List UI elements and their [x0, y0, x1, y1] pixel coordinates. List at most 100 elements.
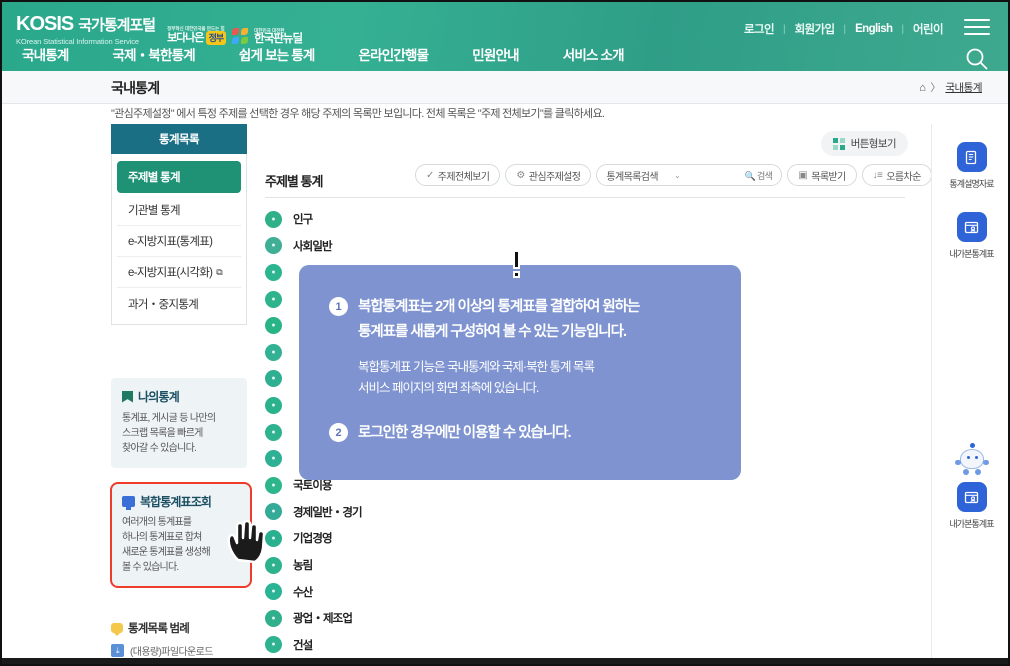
- sidebar-item-topic-stats[interactable]: 주제별 통계: [117, 161, 241, 193]
- tooltip-item-2: 2 로그인한 경우에만 이용할 수 있습니다.: [329, 421, 741, 446]
- left-nav: 통계목록 주제별 통계 기관별 통계 e-지방지표(통계표) e-지방지표(시각…: [111, 124, 247, 325]
- page-title: 국내통계: [111, 80, 160, 96]
- category-row[interactable]: ● 사회일반: [265, 233, 905, 260]
- society-icon: ●: [265, 237, 282, 255]
- hidden-icon-8: ●: [265, 396, 282, 414]
- category-row[interactable]: ● 농림: [265, 552, 905, 579]
- nav-item-about-service[interactable]: 서비스 소개: [563, 44, 625, 64]
- show-all-topics-button[interactable]: ✓ 주제전체보기: [415, 164, 501, 186]
- category-row[interactable]: ● 기업경영: [265, 525, 905, 552]
- sidebar-item-local-indicator-table[interactable]: e-지방지표(통계표): [117, 226, 241, 257]
- land-icon: ●: [265, 476, 282, 494]
- external-link-icon: ⧉: [216, 266, 222, 277]
- monitor-icon: [122, 496, 135, 510]
- legend-box: 통계목록 범례 ⤓ (대용량)파일다운로드: [111, 620, 261, 658]
- util-link-children[interactable]: 어린이: [904, 21, 952, 37]
- breadcrumb-current[interactable]: 국내통계: [945, 80, 982, 95]
- breadcrumb: ⌂ 〉 국내통계: [919, 80, 982, 95]
- check-icon: ✓: [426, 169, 434, 181]
- category-label: 건설: [293, 639, 313, 652]
- util-link-english[interactable]: English: [846, 23, 901, 35]
- category-row[interactable]: ● 광업・제조업: [265, 605, 905, 632]
- sort-ascending-button[interactable]: ↓≡ 오름차순: [861, 164, 932, 186]
- tooltip-text: 복합통계표는 2개 이상의 통계표를 결합하여 원하는 통계표를 새롭게 구성하…: [358, 295, 640, 345]
- nav-item-international[interactable]: 국제・북한통계: [112, 44, 195, 64]
- category-label: 광업・제조업: [293, 613, 353, 626]
- view-mode-button[interactable]: 버튼형보기: [820, 131, 908, 156]
- legend-title-row: 통계목록 범례: [111, 620, 261, 636]
- tooltip-number: 2: [329, 423, 348, 442]
- utility-nav: 로그인 | 회원가입 | English | 어린이: [735, 21, 952, 37]
- category-label: 수산: [293, 586, 313, 599]
- rail-item-viewed-tables-bottom[interactable]: 내가본통계표: [932, 442, 1010, 530]
- complex-stats-line: 볼 수 있습니다.: [122, 562, 179, 573]
- left-nav-list: 주제별 통계 기관별 통계 e-지방지표(통계표) e-지방지표(시각화) ⧉ …: [111, 154, 247, 325]
- category-label: 농림: [293, 560, 313, 573]
- tooltip-text: 로그인한 경우에만 이용할 수 있습니다.: [358, 425, 572, 441]
- page-notice: "관심주제설정" 에서 특정 주제를 선택한 경우 해당 주제의 목록만 보입니…: [111, 108, 605, 120]
- tooltip-sub-line: 서비스 페이지의 화면 좌측에 있습니다.: [358, 381, 539, 395]
- category-row[interactable]: ● 인구: [265, 206, 905, 233]
- flag-icon: [122, 390, 133, 403]
- nav-item-domestic[interactable]: 국내통계: [22, 44, 69, 64]
- chevron-down-icon: ⌄: [673, 170, 681, 180]
- my-stats-title-row: 나의통계: [122, 388, 236, 405]
- business-icon: ●: [265, 529, 282, 547]
- sidebar-item-agency-stats[interactable]: 기관별 통계: [117, 195, 241, 226]
- complex-stats-line: 새로운 통계표를 생성해: [122, 547, 211, 558]
- rail-item-label: 내가본통계표: [949, 519, 994, 529]
- category-label: 경제일반・경기: [293, 506, 363, 519]
- document-icon: [956, 142, 987, 172]
- people-icon: ●: [265, 210, 282, 228]
- receive-list-button[interactable]: ▣ 목록받기: [787, 164, 857, 186]
- category-row[interactable]: ● 수산: [265, 578, 905, 605]
- hamburger-icon[interactable]: [964, 19, 990, 37]
- search-submit[interactable]: 🔍 검색: [744, 169, 773, 182]
- hidden-icon-5: ●: [265, 317, 282, 335]
- sidebar-item-label: 과거・중지통계: [128, 298, 199, 311]
- rail-item-stat-docs[interactable]: 통계설명자료: [932, 142, 1010, 190]
- legend-row-label: (대용량)파일다운로드: [130, 647, 213, 658]
- chatbot-mascot-icon[interactable]: [954, 442, 989, 476]
- rail-item-viewed-tables[interactable]: 내가본통계표: [932, 212, 1010, 260]
- list-search-field[interactable]: 통계목록검색 ⌄ 🔍 검색: [596, 164, 783, 186]
- breadcrumb-separator: 〉: [930, 82, 941, 94]
- nav-item-publications[interactable]: 온라인간행물: [359, 44, 430, 64]
- nav-item-easy-stats[interactable]: 쉽게 보는 통계: [239, 44, 315, 64]
- grid-icon: [832, 137, 845, 150]
- sidebar-item-label: 기관별 통계: [128, 205, 181, 217]
- search-icon[interactable]: [964, 46, 990, 72]
- tooltip-number: 1: [329, 297, 348, 316]
- sidebar-item-past-stats[interactable]: 과거・중지통계: [117, 288, 241, 319]
- hidden-icon-3: ●: [265, 263, 282, 281]
- my-stats-box[interactable]: 나의통계 통계표, 게시글 등 나만의 스크랩 목록을 빠르게 찾아갈 수 있습…: [111, 378, 247, 468]
- legend-row: ⤓ (대용량)파일다운로드: [111, 643, 261, 658]
- rail-item-label: 내가본통계표: [949, 249, 994, 259]
- complex-stats-line: 여러개의 통계표를: [122, 517, 192, 528]
- category-label: 기업경영: [293, 533, 333, 546]
- category-row[interactable]: ● 건설: [265, 632, 905, 659]
- tooltip-subtext: 복합통계표 기능은 국내통계와 국제·북한 통계 목록 서비스 페이지의 화면 …: [358, 357, 741, 399]
- speech-bubble-icon: [111, 623, 123, 636]
- my-stats-line: 스크랩 목록을 빠르게: [122, 428, 203, 439]
- search-select-label: 통계목록검색: [606, 171, 658, 183]
- sidebar-item-local-indicator-visual[interactable]: e-지방지표(시각화) ⧉: [117, 257, 241, 288]
- util-link-login[interactable]: 로그인: [735, 21, 783, 37]
- sort-icon: ↓≡: [872, 169, 883, 181]
- topic-settings-button[interactable]: ⚙ 관심주제설정: [505, 164, 592, 186]
- home-icon[interactable]: ⌂: [919, 82, 926, 94]
- util-link-signup[interactable]: 회원가입: [786, 21, 844, 37]
- site-logo[interactable]: KOSIS 국가통계포털 KOrean Statistical Informati…: [16, 14, 303, 47]
- nav-item-civil-service[interactable]: 민원안내: [472, 44, 519, 64]
- sidebar-item-label: e-지방지표(통계표): [128, 236, 213, 248]
- tooltip-line: 복합통계표는 2개 이상의 통계표를 결합하여 원하는: [358, 299, 640, 315]
- search-select[interactable]: 통계목록검색 ⌄: [606, 168, 680, 183]
- legend-title: 통계목록 범례: [128, 623, 190, 635]
- gov-badge: 정부: [205, 31, 227, 45]
- window-bottom-edge: [0, 658, 1010, 666]
- rail-item-label: 통계설명자료: [949, 179, 994, 189]
- show-all-topics-label: 주제전체보기: [437, 171, 490, 183]
- economy-icon: ●: [265, 503, 282, 521]
- complex-stats-desc: 여러개의 통계표를 하나의 통계표로 합쳐 새로운 통계표를 생성해 볼 수 있…: [122, 515, 240, 575]
- category-row[interactable]: ● 경제일반・경기: [265, 499, 905, 526]
